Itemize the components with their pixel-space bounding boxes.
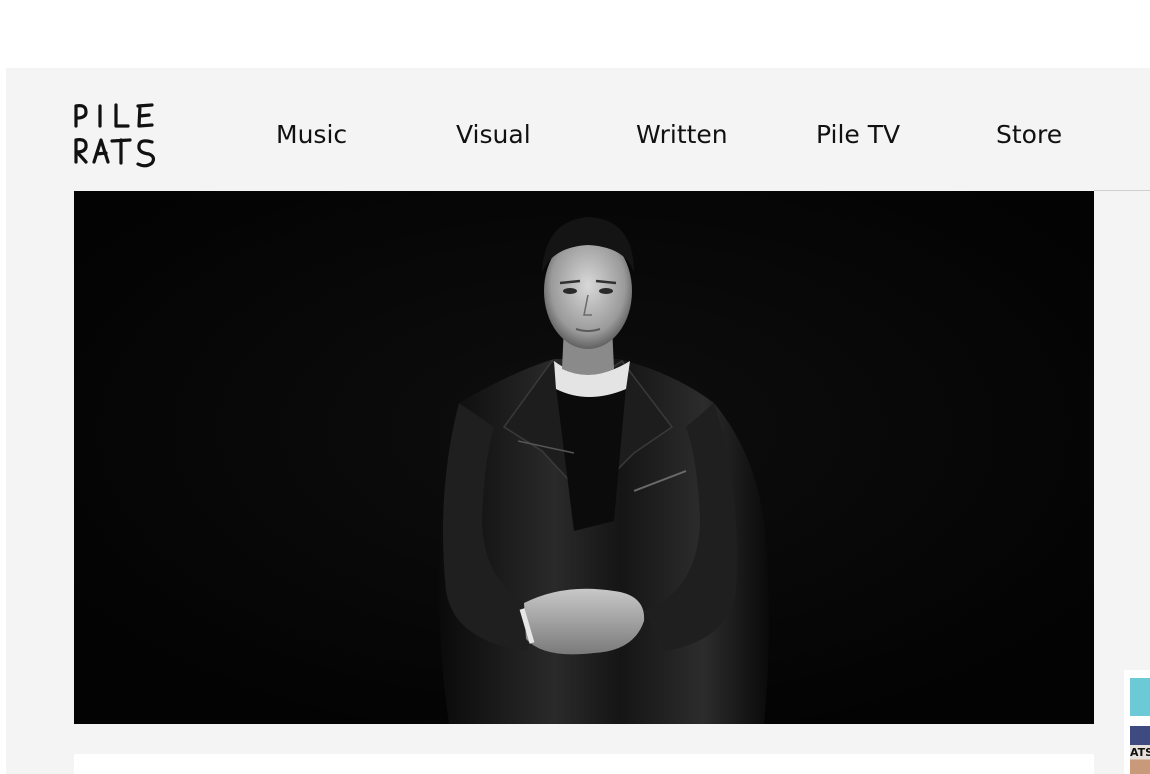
header-divider (1094, 190, 1150, 191)
nav-music[interactable]: Music (276, 120, 347, 149)
logo-mark (74, 103, 156, 168)
nav-visual[interactable]: Visual (456, 120, 531, 149)
promo-color-block (1130, 678, 1150, 716)
pile-rats-logo[interactable] (72, 100, 162, 172)
article-card (74, 754, 1094, 774)
page: Music Visual Written Pile TV Store ATS (6, 68, 1150, 774)
nav-pile-tv[interactable]: Pile TV (816, 120, 900, 149)
side-promo-widget[interactable]: ATS (1124, 670, 1150, 774)
hero-portrait-illustration (74, 191, 1094, 724)
hero-image[interactable] (74, 191, 1094, 724)
nav-store[interactable]: Store (996, 120, 1062, 149)
promo-thumbnail-text: ATS (1130, 746, 1150, 759)
nav-written[interactable]: Written (636, 120, 728, 149)
